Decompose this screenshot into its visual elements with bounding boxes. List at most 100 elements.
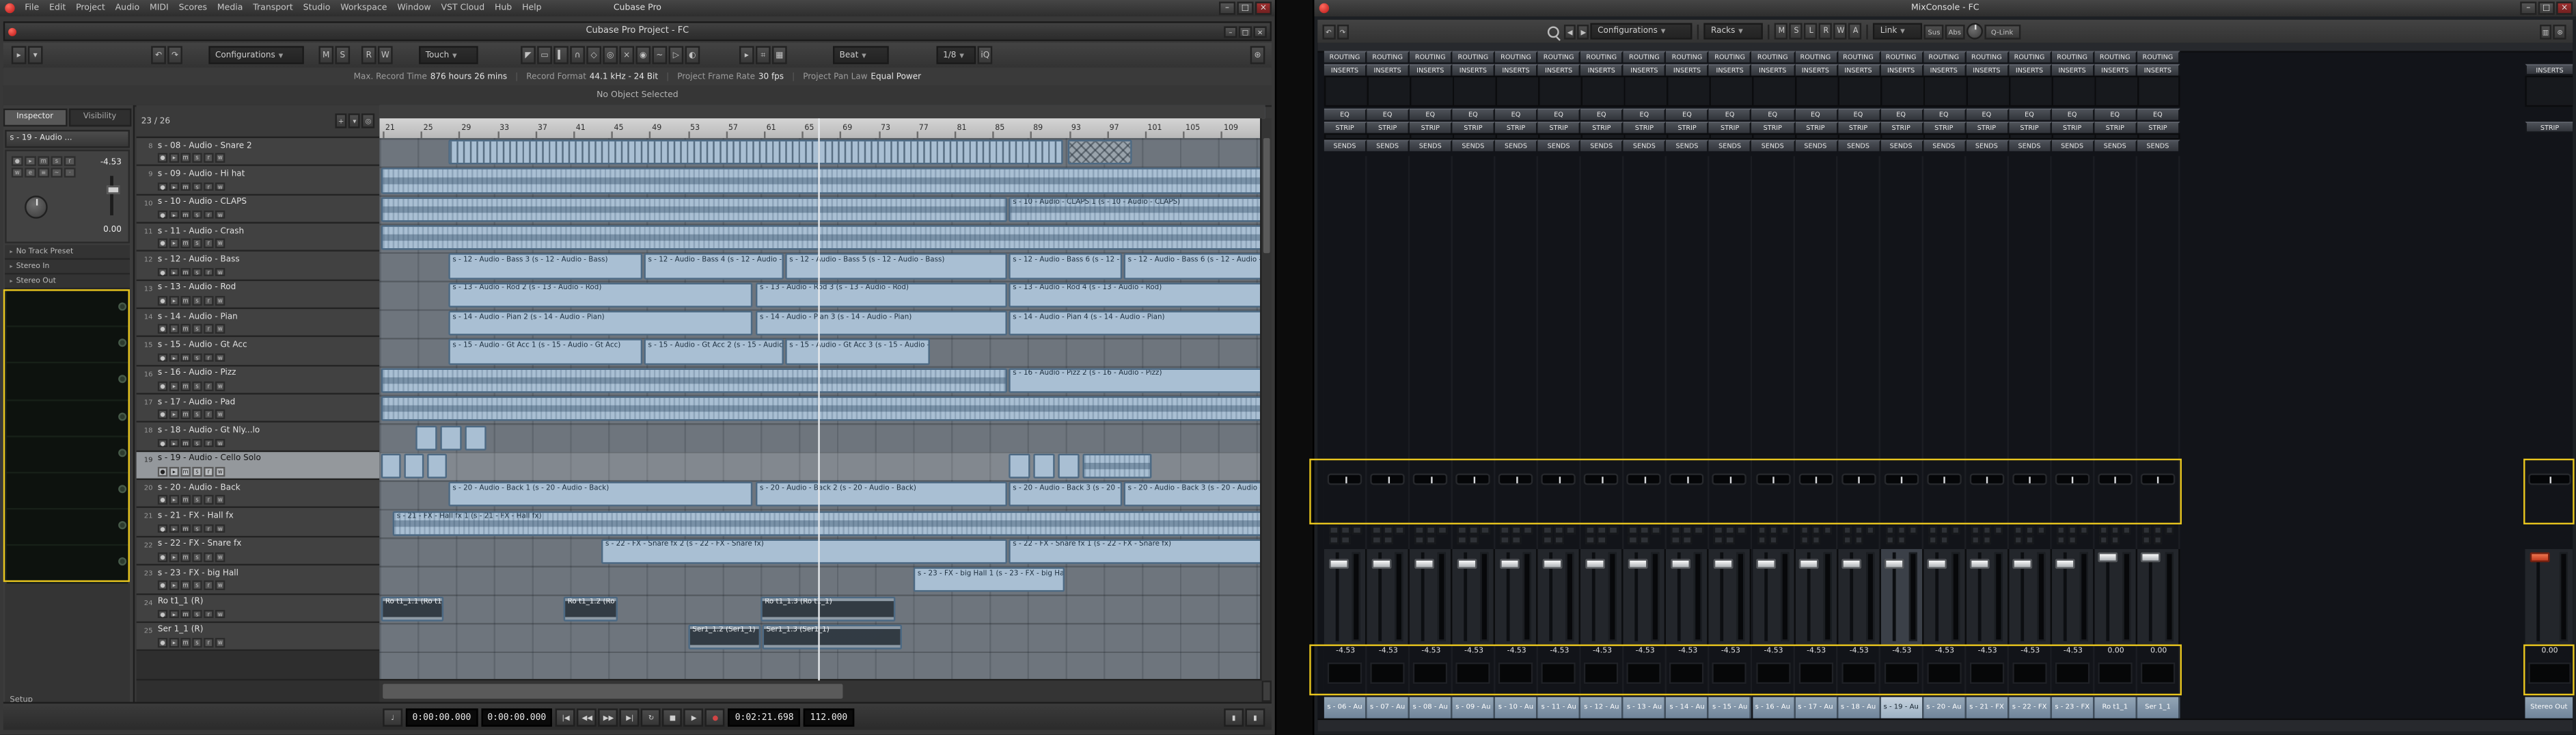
pan-control[interactable] xyxy=(1884,473,1918,485)
channel-mini-button[interactable] xyxy=(1469,526,1478,533)
mute-button[interactable]: m xyxy=(180,353,190,362)
audio-event[interactable]: s - 22 - FX - Snare fx 2 (s - 22 - FX - … xyxy=(601,539,1007,564)
channel-mini-button[interactable] xyxy=(2080,526,2089,533)
quantize-dropdown[interactable]: 1/8 ▼ xyxy=(936,46,976,64)
channel-mini-button[interactable] xyxy=(1897,526,1906,533)
rewind-button[interactable]: ◀◀ xyxy=(577,708,597,725)
solo-button[interactable]: s xyxy=(192,382,202,390)
fader-lane[interactable] xyxy=(1623,549,1667,644)
channel-mini-button[interactable] xyxy=(1384,536,1393,544)
solo-button[interactable]: s xyxy=(192,467,202,476)
channel-peak-display[interactable] xyxy=(1969,663,2003,684)
record-enable-icon[interactable]: ● xyxy=(158,353,167,362)
record-enable-icon[interactable]: ● xyxy=(158,210,167,219)
pan-control[interactable] xyxy=(1798,473,1833,485)
audio-event[interactable] xyxy=(381,453,401,479)
channel-peak-display[interactable] xyxy=(1670,663,1704,684)
inspector-row-stereo-out[interactable]: ▸Stereo Out xyxy=(5,275,130,290)
monitor-icon[interactable]: ▸ xyxy=(169,438,179,447)
audio-event[interactable]: s - 13 - Audio - Rod 4 (s - 13 - Audio -… xyxy=(1009,282,1261,308)
channel-mini-button[interactable] xyxy=(1994,526,2003,533)
inspector-mini-button-7[interactable]: ≡ xyxy=(38,168,49,177)
tool-play-icon[interactable]: ▷ xyxy=(669,46,684,64)
locator-time-display[interactable]: 0:02:21.698 xyxy=(728,708,800,725)
channel-mini-button[interactable] xyxy=(2154,526,2163,533)
channel-mini-button[interactable] xyxy=(1823,526,1832,533)
inspector-mini-button-2[interactable]: m xyxy=(38,156,49,165)
channel-name[interactable]: s - 23 - FX xyxy=(2052,697,2095,718)
audio-event[interactable]: s - 22 - FX - Snare fx 1 (s - 22 - FX - … xyxy=(1009,539,1261,564)
mute-button[interactable]: m xyxy=(180,296,190,305)
channel-mini-button[interactable] xyxy=(1481,526,1490,533)
read-automation-button[interactable]: r xyxy=(204,182,213,191)
record-enable-icon[interactable]: ● xyxy=(158,552,167,561)
inspector-tab-inspector[interactable]: Inspector xyxy=(3,109,67,126)
channel-mini-button[interactable] xyxy=(1457,536,1466,544)
audio-event[interactable]: s - 20 - Audio - Back 1 (s - 20 - Audio … xyxy=(448,482,752,507)
solo-button[interactable]: s xyxy=(192,524,202,533)
tool-line-icon[interactable]: ~ xyxy=(653,46,668,64)
search-icon[interactable] xyxy=(1548,25,1559,37)
mute-button[interactable]: m xyxy=(180,210,190,219)
channel-mini-button[interactable] xyxy=(1554,526,1563,533)
channel-mini-button[interactable] xyxy=(1469,536,1478,544)
channel-mini-button[interactable] xyxy=(1598,526,1606,533)
cycle-button[interactable]: ↻ xyxy=(642,708,661,725)
channel-mini-button[interactable] xyxy=(1865,526,1874,533)
mute-button[interactable]: m xyxy=(180,239,190,248)
channel-peak-display[interactable] xyxy=(2055,663,2089,684)
tool-range-icon[interactable]: ▭ xyxy=(537,46,552,64)
audio-event[interactable]: s - 15 - Audio - Gt Acc 2 (s - 15 - Audi… xyxy=(644,339,784,364)
channel-mini-button[interactable] xyxy=(1671,526,1680,533)
write-automation-button[interactable]: w xyxy=(215,581,225,590)
write-automation-button[interactable]: w xyxy=(215,353,225,362)
pan-control[interactable] xyxy=(1627,473,1661,485)
audio-event[interactable]: s - 15 - Audio - Gt Acc 1 (s - 15 - Audi… xyxy=(448,339,642,364)
write-automation-button[interactable]: w xyxy=(215,153,225,162)
fader-cap[interactable] xyxy=(1414,559,1434,568)
channel-mini-button[interactable] xyxy=(1640,536,1649,544)
channel-name[interactable]: Ro t1_1 xyxy=(2094,697,2137,718)
menu-item-project[interactable]: Project xyxy=(71,0,111,16)
mute-button[interactable]: m xyxy=(180,638,190,647)
doc-close-button[interactable]: × xyxy=(1254,25,1267,37)
audio-event[interactable]: s - 13 - Audio - Rod 3 (s - 13 - Audio -… xyxy=(756,282,1007,308)
mute-button[interactable]: m xyxy=(180,438,190,447)
channel-mini-button[interactable] xyxy=(1501,526,1509,533)
channel-mini-button[interactable] xyxy=(2099,536,2108,544)
audio-event[interactable]: s - 13 - Audio - Rod 2 (s - 13 - Audio -… xyxy=(448,282,752,308)
track-row[interactable]: 24Ro t1_1 (R)●▸msrw xyxy=(137,594,380,623)
inspector-mini-button-3[interactable]: s xyxy=(51,156,63,165)
audio-event[interactable]: s - 16 - Audio - Pizz 2 (s - 16 - Audio … xyxy=(1009,368,1261,393)
record-enable-icon[interactable]: ● xyxy=(158,524,167,533)
record-enable-icon[interactable]: ● xyxy=(158,182,167,191)
track-row[interactable]: 17s - 17 - Audio - Pad●▸msrw xyxy=(137,395,380,423)
channel-mini-button[interactable] xyxy=(1586,536,1595,544)
monitor-icon[interactable]: ▸ xyxy=(169,609,179,618)
channel-mini-button[interactable] xyxy=(2068,526,2077,533)
channel-peak-display[interactable] xyxy=(1584,663,1618,684)
audio-event[interactable] xyxy=(440,425,461,451)
stop-button[interactable]: ■ xyxy=(663,708,683,725)
audio-event[interactable]: s - 21 - FX - Hall fx 1 (s - 21 - FX - H… xyxy=(393,511,1262,536)
fader-lane[interactable] xyxy=(1880,549,1923,644)
fader-lane[interactable] xyxy=(1923,549,1967,644)
audio-event[interactable] xyxy=(465,425,486,451)
record-enable-icon[interactable]: ● xyxy=(158,581,167,590)
channel-mini-button[interactable] xyxy=(1341,536,1349,544)
read-automation-button[interactable]: r xyxy=(204,467,213,476)
inspector-tab-visibility[interactable]: Visibility xyxy=(68,109,132,126)
solo-button[interactable]: s xyxy=(192,296,202,305)
channel-mini-button[interactable] xyxy=(1543,526,1552,533)
read-automation-button[interactable]: r xyxy=(204,210,213,219)
write-automation-button[interactable]: w xyxy=(215,638,225,647)
insert-slot-icon[interactable] xyxy=(118,449,126,457)
channel-mini-button[interactable] xyxy=(1982,536,1991,544)
write-automation-button[interactable]: w xyxy=(215,467,225,476)
channel-name[interactable]: s - 22 - FX xyxy=(2009,697,2052,718)
channel-mini-button[interactable] xyxy=(1811,536,1820,544)
fader-cap[interactable] xyxy=(2013,559,2033,568)
channel-name[interactable]: s - 11 - Au xyxy=(1538,697,1581,718)
channel-mini-button[interactable] xyxy=(2057,526,2066,533)
write-automation-button[interactable]: w xyxy=(215,495,225,504)
